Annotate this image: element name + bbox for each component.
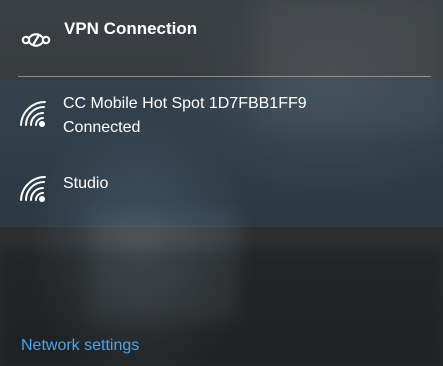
network-status: Connected	[63, 119, 141, 136]
list-end-divider	[0, 226, 443, 227]
network-item-cc-mobile-hot-spot[interactable]: CC Mobile Hot Spot 1D7FBB1FF9 Connected	[0, 92, 443, 148]
network-name: CC Mobile Hot Spot 1D7FBB1FF9	[63, 95, 307, 112]
network-item-studio[interactable]: Studio	[0, 172, 443, 208]
section-divider	[18, 76, 431, 77]
network-flyout: VPN Connection CC Mobile Hot Spot 1D7FBB…	[0, 0, 443, 366]
network-name: Studio	[63, 175, 109, 192]
vpn-connection-item[interactable]: VPN Connection	[0, 0, 443, 74]
vpn-icon	[20, 29, 52, 53]
vpn-title: VPN Connection	[64, 19, 198, 38]
wifi-icon	[18, 100, 48, 128]
wifi-icon	[18, 175, 48, 203]
network-settings-link[interactable]: Network settings	[21, 337, 139, 355]
